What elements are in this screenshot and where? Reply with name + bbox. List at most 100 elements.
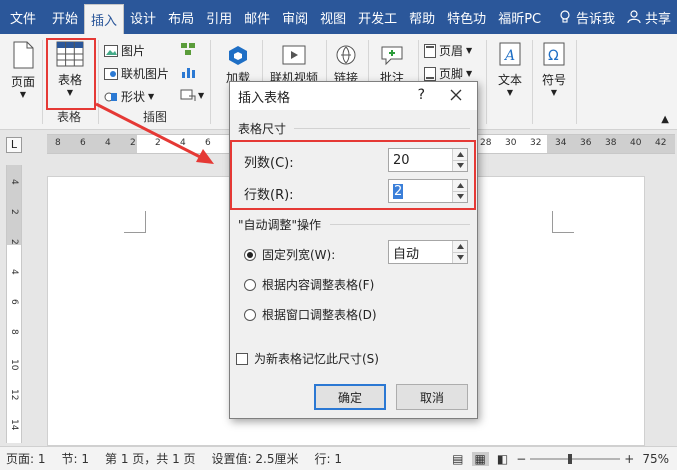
header-button[interactable]: 页眉 ▼ xyxy=(424,42,472,59)
spin-down-icon[interactable] xyxy=(453,251,467,263)
columns-spin-arrows[interactable] xyxy=(452,149,467,171)
autofit-window-radio[interactable] xyxy=(244,308,256,321)
online-picture-button[interactable]: 联机图片 xyxy=(104,65,169,82)
tab-mailings[interactable]: 邮件 xyxy=(238,0,276,34)
addins-button[interactable]: 加载 xyxy=(218,44,258,86)
footer-icon xyxy=(424,66,436,81)
fixed-width-value[interactable]: 自动 xyxy=(389,243,452,262)
tab-foxit[interactable]: 福昕PC xyxy=(492,0,547,34)
spin-up-icon[interactable] xyxy=(453,180,467,191)
pages-label: 页面 xyxy=(10,75,35,89)
fixed-width-radio[interactable] xyxy=(244,248,256,261)
fixed-width-spinner[interactable]: 自动 xyxy=(388,240,468,264)
zoom-in-button[interactable]: + xyxy=(624,452,634,466)
columns-value[interactable]: 20 xyxy=(389,153,452,168)
spin-down-icon[interactable] xyxy=(453,159,467,171)
columns-spinner[interactable]: 20 xyxy=(388,148,468,172)
tab-selector[interactable]: L xyxy=(6,137,22,153)
pages-button[interactable]: 页面 ▼ xyxy=(6,40,40,99)
rows-value[interactable]: 2 xyxy=(393,183,404,199)
ruler-number: 2 xyxy=(155,138,161,148)
text-button[interactable]: A 文本 ▼ xyxy=(492,40,528,97)
remember-size-checkbox[interactable] xyxy=(236,352,248,365)
tab-design[interactable]: 设计 xyxy=(124,0,162,34)
columns-label: 列数(C): xyxy=(244,156,294,171)
tab-developer[interactable]: 开发工 xyxy=(352,0,403,34)
print-layout-icon[interactable]: ▦ xyxy=(471,451,489,466)
tab-help[interactable]: 帮助 xyxy=(403,0,441,34)
spin-up-icon[interactable] xyxy=(453,149,467,160)
rows-spinner[interactable]: 2 xyxy=(388,179,468,203)
share-button[interactable]: 共享 xyxy=(621,0,677,34)
footer-button[interactable]: 页脚 ▼ xyxy=(424,65,472,82)
spin-up-icon[interactable] xyxy=(453,241,467,252)
links-button[interactable]: 链接 xyxy=(328,44,364,86)
picture-button[interactable]: 图片 xyxy=(104,42,145,59)
online-video-button[interactable]: 联机视频 xyxy=(264,44,324,86)
autofit-content-option[interactable]: 根据内容调整表格(F) xyxy=(244,276,374,293)
fixed-width-label: 固定列宽(W): xyxy=(262,248,336,262)
autofit-window-option[interactable]: 根据窗口调整表格(D) xyxy=(244,306,377,323)
status-setting: 设置值: 2.5厘米 xyxy=(211,452,299,466)
video-icon xyxy=(282,45,306,65)
screenshot-button[interactable]: ▼ xyxy=(180,88,204,102)
chevron-down-icon: ▼ xyxy=(198,90,205,100)
fixed-width-spin-arrows[interactable] xyxy=(452,241,467,263)
tab-review[interactable]: 审阅 xyxy=(276,0,314,34)
shapes-icon xyxy=(104,92,117,101)
tab-layout[interactable]: 布局 xyxy=(162,0,200,34)
online-picture-icon xyxy=(104,67,118,80)
vruler-number: 4 xyxy=(9,269,19,275)
vruler-number: 12 xyxy=(9,389,19,401)
web-layout-icon[interactable]: ◧ xyxy=(497,452,508,466)
tab-special[interactable]: 特色功 xyxy=(441,0,492,34)
smartart-icon xyxy=(181,43,195,55)
shapes-label: 形状 xyxy=(121,90,146,104)
ruler-number: 6 xyxy=(80,138,86,148)
vertical-ruler[interactable]: 4 2 2 4 6 8 10 12 14 xyxy=(6,165,22,443)
tell-me-label: 告诉我 xyxy=(575,11,615,27)
read-mode-icon[interactable]: ▤ xyxy=(452,452,463,466)
spin-down-icon[interactable] xyxy=(453,190,467,202)
page-corner-mark xyxy=(552,211,574,233)
ruler-number: 8 xyxy=(55,138,61,148)
tab-references[interactable]: 引用 xyxy=(200,0,238,34)
comment-button[interactable]: 批注 xyxy=(370,44,414,86)
collapse-ribbon-icon[interactable]: ▲ xyxy=(661,114,669,125)
chart-icon xyxy=(182,68,195,78)
ruler-number: 4 xyxy=(105,138,111,148)
ok-button[interactable]: 确定 xyxy=(314,384,386,410)
tell-me-box[interactable]: 告诉我 xyxy=(552,0,621,34)
tab-home[interactable]: 开始 xyxy=(46,0,84,34)
footer-label: 页脚 xyxy=(439,67,464,81)
dialog-title: 插入表格 xyxy=(238,90,291,106)
tab-view[interactable]: 视图 xyxy=(314,0,352,34)
zoom-out-button[interactable]: − xyxy=(516,452,526,466)
rows-value-wrap[interactable]: 2 xyxy=(389,183,452,199)
svg-text:Ω: Ω xyxy=(548,48,559,64)
omega-icon: Ω xyxy=(543,42,565,66)
remember-size-option[interactable]: 为新表格记忆此尺寸(S) xyxy=(236,350,379,367)
ruler-number: 2 xyxy=(130,138,136,148)
chevron-down-icon: ▼ xyxy=(19,90,27,99)
fixed-width-option[interactable]: 固定列宽(W): xyxy=(244,246,335,263)
smartart-button[interactable] xyxy=(180,42,196,56)
shapes-button[interactable]: 形状 ▼ xyxy=(104,88,154,105)
rows-spin-arrows[interactable] xyxy=(452,180,467,202)
symbol-button[interactable]: Ω 符号 ▼ xyxy=(536,40,572,97)
zoom-slider[interactable] xyxy=(530,453,621,465)
help-button[interactable]: ? xyxy=(418,87,425,103)
zoom-level[interactable]: 75% xyxy=(642,452,669,466)
autofit-content-radio[interactable] xyxy=(244,278,256,291)
vruler-number: 8 xyxy=(9,329,19,335)
vruler-number: 2 xyxy=(9,209,19,215)
cancel-button[interactable]: 取消 xyxy=(396,384,468,410)
close-icon[interactable] xyxy=(449,88,463,102)
chart-button[interactable] xyxy=(180,65,196,79)
ruler-number: 34 xyxy=(555,138,567,148)
ruler-number: 28 xyxy=(480,138,492,148)
ribbon-separator xyxy=(486,40,487,124)
tab-file[interactable]: 文件 xyxy=(0,0,46,34)
header-label: 页眉 xyxy=(439,44,464,58)
tab-insert[interactable]: 插入 xyxy=(84,4,125,34)
